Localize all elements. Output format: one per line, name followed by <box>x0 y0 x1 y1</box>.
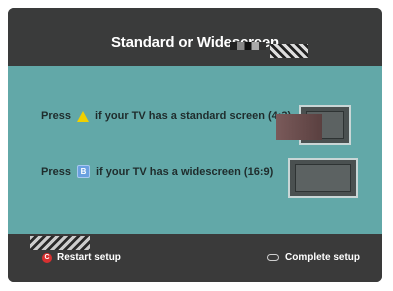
restart-setup-button[interactable]: C Restart setup <box>42 252 121 263</box>
complete-setup-label: Complete setup <box>284 252 360 263</box>
option-standard[interactable]: Press if your TV has a standard screen (… <box>41 110 291 122</box>
complete-setup-button[interactable]: Complete setup <box>266 252 360 263</box>
tv-setup-screen: Standard or Widescreen Press if your TV … <box>8 8 382 282</box>
option-standard-text: if your TV has a standard screen (4:3) <box>94 110 292 122</box>
option-widescreen[interactable]: Press B if your TV has a widescreen (16:… <box>41 165 273 178</box>
yellow-a-button-icon <box>76 110 89 122</box>
glitch-artifact <box>30 236 90 250</box>
ok-button-icon <box>266 254 279 261</box>
widescreen-tv-icon <box>288 158 358 198</box>
press-label: Press <box>41 165 71 178</box>
footer: C Restart setup Complete setup <box>8 234 382 282</box>
glitch-artifact <box>230 42 266 50</box>
header: Standard or Widescreen <box>8 8 382 66</box>
glitch-artifact <box>270 44 308 58</box>
red-c-button-icon: C <box>42 252 52 263</box>
option-widescreen-text: if your TV has a widescreen (16:9) <box>95 165 274 178</box>
press-label: Press <box>41 110 71 122</box>
blue-b-button-icon: B <box>76 165 90 178</box>
options-panel: Press if your TV has a standard screen (… <box>8 66 382 234</box>
glitch-artifact <box>276 114 322 140</box>
page-title: Standard or Widescreen <box>110 34 279 51</box>
restart-setup-label: Restart setup <box>57 252 121 263</box>
